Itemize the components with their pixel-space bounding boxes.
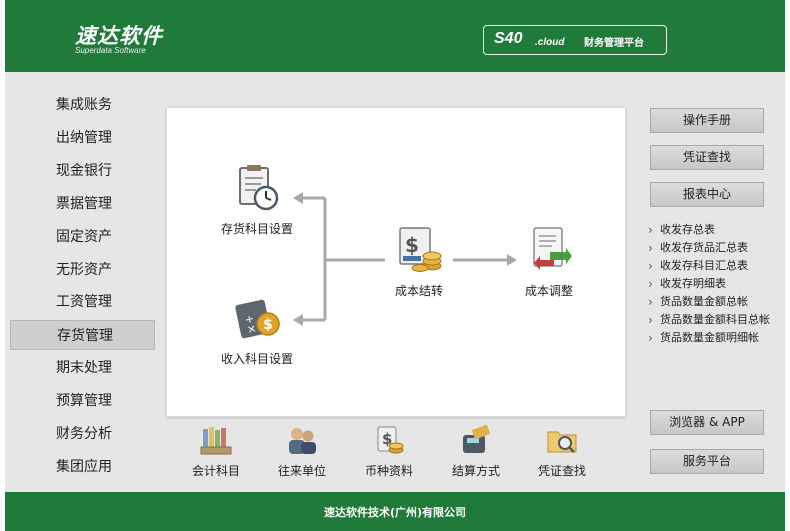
logo-subtitle: Superdata Software — [75, 46, 146, 55]
file-folders-icon — [200, 427, 232, 455]
node-cost-adjust[interactable]: 成本调整 — [499, 226, 599, 299]
browser-app-button[interactable]: 浏览器 & APP — [650, 410, 764, 435]
node-cost-carry-label: 成本结转 — [394, 284, 443, 298]
document-arrows-icon — [533, 227, 572, 270]
platform-product: S40 — [494, 30, 523, 47]
sidebar-item-cash-bank[interactable]: 现金银行 — [10, 156, 155, 186]
currency-coins-icon: $ — [377, 426, 404, 454]
quick-link-settlement[interactable]: 结算方式 — [436, 424, 516, 479]
node-cost-adjust-label: 成本调整 — [524, 284, 573, 298]
invoice-coins-icon: $ — [399, 227, 442, 272]
sidebar-item-period-end[interactable]: 期末处理 — [10, 353, 155, 383]
node-cost-carry[interactable]: $ 成本结转 — [369, 226, 469, 299]
sidebar-item-bills[interactable]: 票据管理 — [10, 189, 155, 219]
service-platform-button[interactable]: 服务平台 — [650, 449, 764, 474]
report-center-button[interactable]: 报表中心 — [650, 182, 764, 207]
report-link[interactable]: 货品数量金额科目总帐 — [646, 311, 778, 329]
calculator-coin-icon: + − × ÷ $ — [235, 299, 280, 339]
sidebar-item-intangible-assets[interactable]: 无形资产 — [10, 255, 155, 285]
platform-suffix: .cloud — [535, 37, 565, 48]
header-bar: 速达软件 Superdata Software S40 .cloud 财务管理平… — [5, 0, 785, 72]
report-link[interactable]: 收发存货品汇总表 — [646, 239, 778, 257]
quick-links: 会计科目 往来单位 $ 币种资料 结算方式 凭证查找 — [166, 424, 626, 485]
sidebar-item-budget[interactable]: 预算管理 — [10, 386, 155, 416]
people-icon — [289, 428, 316, 454]
sidebar-item-ledger[interactable]: 集成账务 — [10, 90, 155, 120]
svg-text:$: $ — [405, 233, 419, 257]
footer-company: 速达软件技术(广州)有限公司 — [323, 506, 467, 519]
footer-bar: 速达软件技术(广州)有限公司 — [5, 492, 785, 531]
report-link[interactable]: 收发存明细表 — [646, 275, 778, 293]
quick-link-currency[interactable]: $ 币种资料 — [349, 425, 429, 479]
clipboard-clock-icon — [239, 165, 279, 211]
quick-link-accounting-subjects[interactable]: 会计科目 — [176, 425, 256, 479]
sidebar-item-group[interactable]: 集团应用 — [10, 452, 155, 482]
node-income-subject[interactable]: + − × ÷ $ 收入科目设置 — [207, 294, 307, 367]
quick-link-accounting-subjects-label: 会计科目 — [191, 464, 240, 478]
manual-button[interactable]: 操作手册 — [650, 108, 764, 133]
quick-link-contacts-label: 往来单位 — [277, 464, 326, 478]
node-inventory-subject-label: 存货科目设置 — [220, 222, 293, 236]
node-inventory-subject[interactable]: 存货科目设置 — [207, 164, 307, 237]
quick-link-voucher-search-label: 凭证查找 — [537, 464, 586, 478]
report-link[interactable]: 货品数量金额明细帐 — [646, 329, 778, 347]
flow-panel: 存货科目设置 + − × ÷ $ 收入科目设置 $ 成本结转 — [166, 107, 626, 417]
folder-search-icon — [547, 431, 577, 453]
report-link[interactable]: 货品数量金额总帐 — [646, 293, 778, 311]
report-link[interactable]: 收发存科目汇总表 — [646, 257, 778, 275]
svg-text:$: $ — [263, 317, 273, 333]
sidebar-item-inventory[interactable]: 存货管理 — [10, 320, 155, 350]
quick-link-currency-label: 币种资料 — [364, 464, 413, 478]
card-reader-icon — [463, 424, 490, 453]
quick-link-settlement-label: 结算方式 — [451, 464, 500, 478]
sidebar-item-payroll[interactable]: 工资管理 — [10, 287, 155, 317]
sidebar-item-fixed-assets[interactable]: 固定资产 — [10, 222, 155, 252]
report-link[interactable]: 收发存总表 — [646, 221, 778, 239]
quick-link-contacts[interactable]: 往来单位 — [262, 425, 342, 479]
voucher-search-button[interactable]: 凭证查找 — [650, 145, 764, 170]
quick-link-voucher-search[interactable]: 凭证查找 — [522, 425, 602, 479]
platform-name: 财务管理平台 — [584, 38, 644, 49]
node-income-subject-label: 收入科目设置 — [220, 352, 293, 366]
sidebar-item-analysis[interactable]: 财务分析 — [10, 419, 155, 449]
sidebar-item-cashier[interactable]: 出纳管理 — [10, 123, 155, 153]
report-list: 收发存总表 收发存货品汇总表 收发存科目汇总表 收发存明细表 货品数量金额总帐 … — [646, 221, 778, 347]
platform-badge: S40 .cloud 财务管理平台 — [483, 25, 667, 55]
